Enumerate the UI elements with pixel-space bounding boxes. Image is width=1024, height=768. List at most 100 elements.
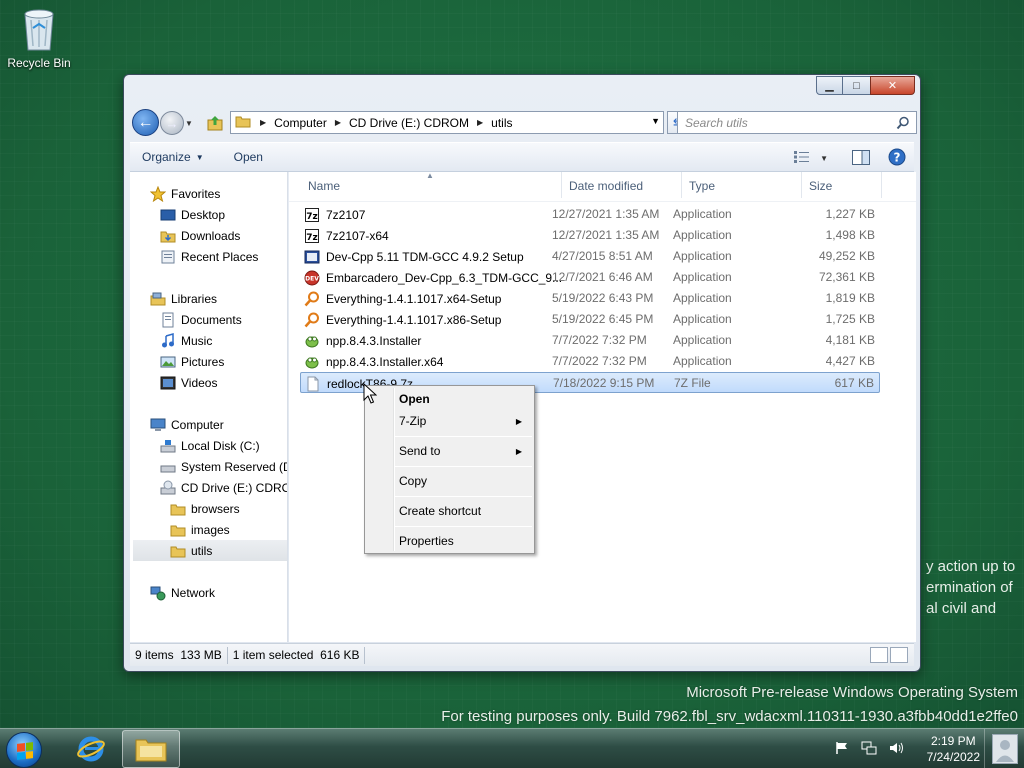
- file-row[interactable]: 7z 7z2107 12/27/2021 1:35 AM Application 1,2…: [300, 204, 880, 225]
- nav-item-downloads[interactable]: Downloads: [160, 225, 240, 246]
- file-type: Application: [673, 333, 732, 347]
- network-status-icon[interactable]: [861, 741, 877, 758]
- window-controls: ▁ □ ✕: [816, 76, 915, 95]
- nav-item-images[interactable]: images: [170, 519, 230, 540]
- nav-item-system-reserved[interactable]: System Reserved (D:: [160, 456, 288, 477]
- large-icons-view-icon[interactable]: [890, 647, 908, 663]
- nav-item-local-disk[interactable]: Local Disk (C:): [160, 435, 260, 456]
- nav-item-browsers[interactable]: browsers: [170, 498, 240, 519]
- nav-item-music[interactable]: Music: [160, 330, 212, 351]
- volume-icon[interactable]: [889, 741, 905, 758]
- breadcrumb-arrow-icon[interactable]: ▶: [474, 118, 486, 127]
- file-row[interactable]: DEV Embarcadero_Dev-Cpp_6.3_TDM-GCC_9....…: [300, 267, 880, 288]
- menu-item-create-shortcut[interactable]: Create shortcut: [399, 500, 528, 522]
- search-input[interactable]: Search utils: [677, 111, 917, 134]
- breadcrumb-utils[interactable]: utils: [486, 112, 517, 133]
- minimize-button[interactable]: ▁: [816, 76, 843, 95]
- nav-item-favorites[interactable]: Favorites: [149, 183, 221, 204]
- nav-item-utils[interactable]: utils: [133, 540, 287, 561]
- svg-text:7z: 7z: [306, 212, 318, 222]
- submenu-arrow-icon: ▶: [515, 416, 522, 426]
- close-button[interactable]: ✕: [870, 76, 915, 95]
- organize-menu-button[interactable]: Organize ▼: [142, 150, 204, 164]
- file-row[interactable]: Everything-1.4.1.1017.x86-Setup 5/19/2022…: [300, 309, 880, 330]
- menu-item-open[interactable]: Open: [399, 388, 528, 410]
- menu-item-7zip[interactable]: 7-Zip ▶: [399, 410, 528, 432]
- file-size: 1,725 KB: [825, 312, 875, 326]
- status-bar: 9 items 133 MB 1 item selected 616 KB: [130, 643, 914, 666]
- column-type[interactable]: Type: [689, 179, 715, 193]
- nav-label: Videos: [181, 375, 218, 390]
- file-row[interactable]: npp.8.4.3.Installer 7/7/2022 7:32 PM Appli…: [300, 330, 880, 351]
- nav-item-cd-drive[interactable]: CD Drive (E:) CDROM: [160, 477, 287, 498]
- status-item-count: 9 items 133 MB: [130, 646, 228, 664]
- hard-drive-icon: [160, 438, 176, 454]
- svg-text:DEV: DEV: [305, 276, 319, 283]
- file-type: Application: [673, 354, 732, 368]
- column-size[interactable]: Size: [809, 179, 832, 193]
- start-button[interactable]: [6, 732, 42, 768]
- breadcrumb-cd-drive[interactable]: CD Drive (E:) CDROM: [344, 112, 474, 133]
- view-options-dropdown[interactable]: ▼: [820, 154, 828, 163]
- file-row[interactable]: 7z 7z2107-x64 12/27/2021 1:35 AM Applicatio…: [300, 225, 880, 246]
- clock[interactable]: 2:19 PM 7/24/2022: [927, 733, 980, 765]
- address-bar[interactable]: ▶ Computer ▶ CD Drive (E:) CDROM ▶ utils…: [230, 111, 664, 134]
- recent-pages-dropdown[interactable]: ▼: [185, 119, 193, 128]
- maximize-icon: □: [853, 79, 860, 92]
- back-button[interactable]: ←: [132, 109, 159, 136]
- breadcrumb-arrow-icon[interactable]: ▶: [332, 118, 344, 127]
- nav-item-documents[interactable]: Documents: [160, 309, 242, 330]
- help-button[interactable]: ?: [888, 148, 906, 169]
- menu-item-properties[interactable]: Properties: [399, 530, 528, 552]
- nav-item-network[interactable]: Network: [150, 582, 215, 603]
- menu-item-copy[interactable]: Copy: [399, 470, 528, 492]
- nav-item-computer[interactable]: Computer: [150, 414, 224, 435]
- column-date-modified[interactable]: Date modified: [569, 179, 643, 193]
- nav-item-recent-places[interactable]: Recent Places: [160, 246, 258, 267]
- file-type: Application: [673, 270, 732, 284]
- preview-pane-icon: [852, 149, 870, 165]
- file-row[interactable]: Dev-Cpp 5.11 TDM-GCC 4.9.2 Setup 4/27/201…: [300, 246, 880, 267]
- menu-label: Copy: [399, 474, 428, 488]
- file-size: 1,819 KB: [825, 291, 875, 305]
- file-name: Everything-1.4.1.1017.x64-Setup: [326, 292, 502, 306]
- status-selected: 1 item selected: [232, 648, 314, 662]
- nav-label: System Reserved (D:: [181, 459, 288, 474]
- file-date: 7/7/2022 7:32 PM: [552, 333, 647, 347]
- nav-label: CD Drive (E:) CDROM: [181, 480, 287, 495]
- up-folder-icon: [207, 116, 223, 131]
- address-history-dropdown[interactable]: ▼: [651, 116, 660, 126]
- column-name[interactable]: Name: [308, 179, 340, 193]
- maximize-button[interactable]: □: [843, 76, 870, 95]
- breadcrumb-computer[interactable]: Computer: [269, 112, 332, 133]
- recycle-bin-shortcut[interactable]: Recycle Bin: [6, 6, 72, 70]
- user-avatar-button[interactable]: [984, 729, 1024, 768]
- internet-explorer-icon: [77, 736, 105, 762]
- nav-item-libraries[interactable]: Libraries: [150, 288, 217, 309]
- taskbar-internet-explorer[interactable]: [62, 730, 120, 768]
- recycle-bin-label: Recycle Bin: [7, 56, 71, 70]
- file-date: 5/19/2022 6:43 PM: [552, 291, 654, 305]
- up-folder-button[interactable]: [207, 115, 223, 131]
- nav-item-desktop[interactable]: Desktop: [160, 204, 225, 225]
- taskbar-windows-explorer[interactable]: [122, 730, 180, 768]
- open-button[interactable]: Open: [234, 150, 263, 164]
- videos-icon: [160, 375, 176, 391]
- details-view-icon[interactable]: [870, 647, 888, 663]
- file-size: 72,361 KB: [818, 270, 875, 284]
- nav-item-videos[interactable]: Videos: [160, 372, 217, 393]
- taskbar: 2:19 PM 7/24/2022: [0, 728, 1024, 768]
- nav-label: Favorites: [171, 186, 221, 201]
- menu-item-send-to[interactable]: Send to ▶: [399, 440, 528, 462]
- breadcrumb-arrow-icon[interactable]: ▶: [257, 118, 269, 127]
- forward-button[interactable]: →: [160, 111, 184, 135]
- action-center-flag-icon[interactable]: [835, 741, 849, 758]
- hard-drive-icon: [160, 459, 176, 475]
- nav-item-pictures[interactable]: Pictures: [160, 351, 224, 372]
- menu-separator: [395, 466, 532, 467]
- file-row[interactable]: npp.8.4.3.Installer.x64 7/7/2022 7:32 PM A…: [300, 351, 880, 372]
- change-view-button[interactable]: [794, 151, 810, 166]
- status-selection: 1 item selected 616 KB: [228, 646, 366, 664]
- file-row[interactable]: Everything-1.4.1.1017.x64-Setup 5/19/2022…: [300, 288, 880, 309]
- preview-pane-button[interactable]: [852, 149, 870, 168]
